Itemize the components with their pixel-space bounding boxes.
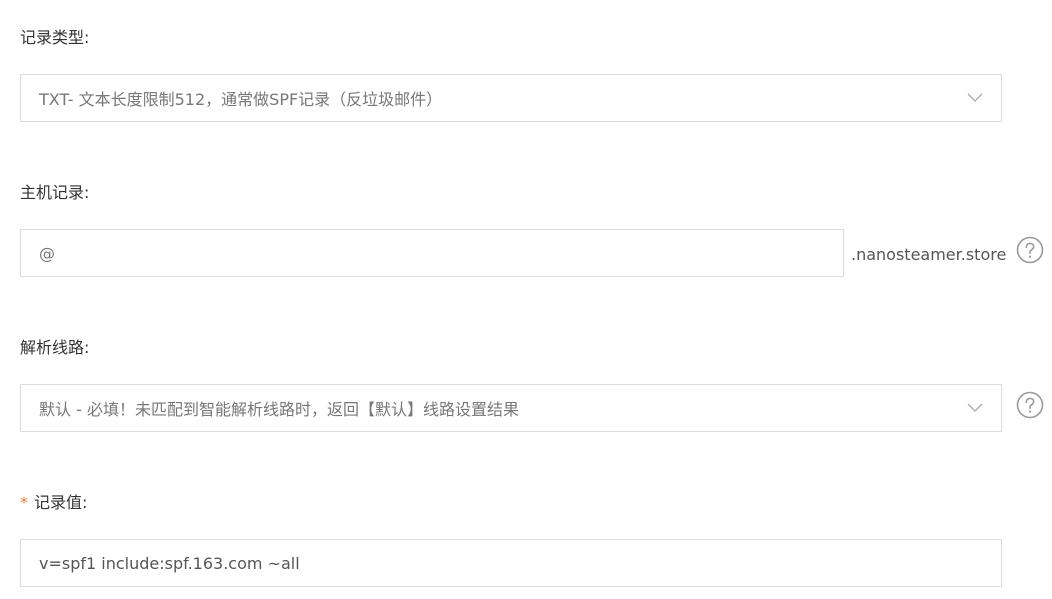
record-type-select[interactable]: TXT- 文本长度限制512，通常做SPF记录（反垃圾邮件）: [20, 74, 1002, 122]
record-value-text: v=spf1 include:spf.163.com ~all: [39, 553, 300, 573]
question-circle-icon[interactable]: [1016, 391, 1044, 419]
resolution-line-selected-value: 默认 - 必填！未匹配到智能解析线路时，返回【默认】线路设置结果: [39, 400, 519, 419]
record-value-label-row: * 记录值:: [20, 493, 87, 513]
chevron-down-icon: [967, 403, 983, 412]
required-mark: *: [20, 493, 28, 512]
resolution-line-select[interactable]: 默认 - 必填！未匹配到智能解析线路时，返回【默认】线路设置结果: [20, 384, 1002, 432]
host-record-label: 主机记录:: [20, 183, 90, 202]
dns-record-form: 记录类型: TXT- 文本长度限制512，通常做SPF记录（反垃圾邮件） 主机记…: [0, 0, 1052, 599]
host-record-input[interactable]: @: [20, 229, 844, 277]
chevron-down-icon: [967, 93, 983, 102]
host-record-value: @: [39, 243, 55, 263]
record-type-label: 记录类型:: [20, 28, 90, 47]
record-value-label: 记录值:: [34, 493, 88, 512]
resolution-line-label: 解析线路:: [20, 338, 90, 357]
record-type-selected-value: TXT- 文本长度限制512，通常做SPF记录（反垃圾邮件）: [39, 90, 443, 109]
question-circle-icon[interactable]: [1016, 236, 1044, 264]
record-value-input[interactable]: v=spf1 include:spf.163.com ~all: [20, 539, 1002, 587]
domain-suffix: .nanosteamer.store: [851, 245, 1007, 264]
